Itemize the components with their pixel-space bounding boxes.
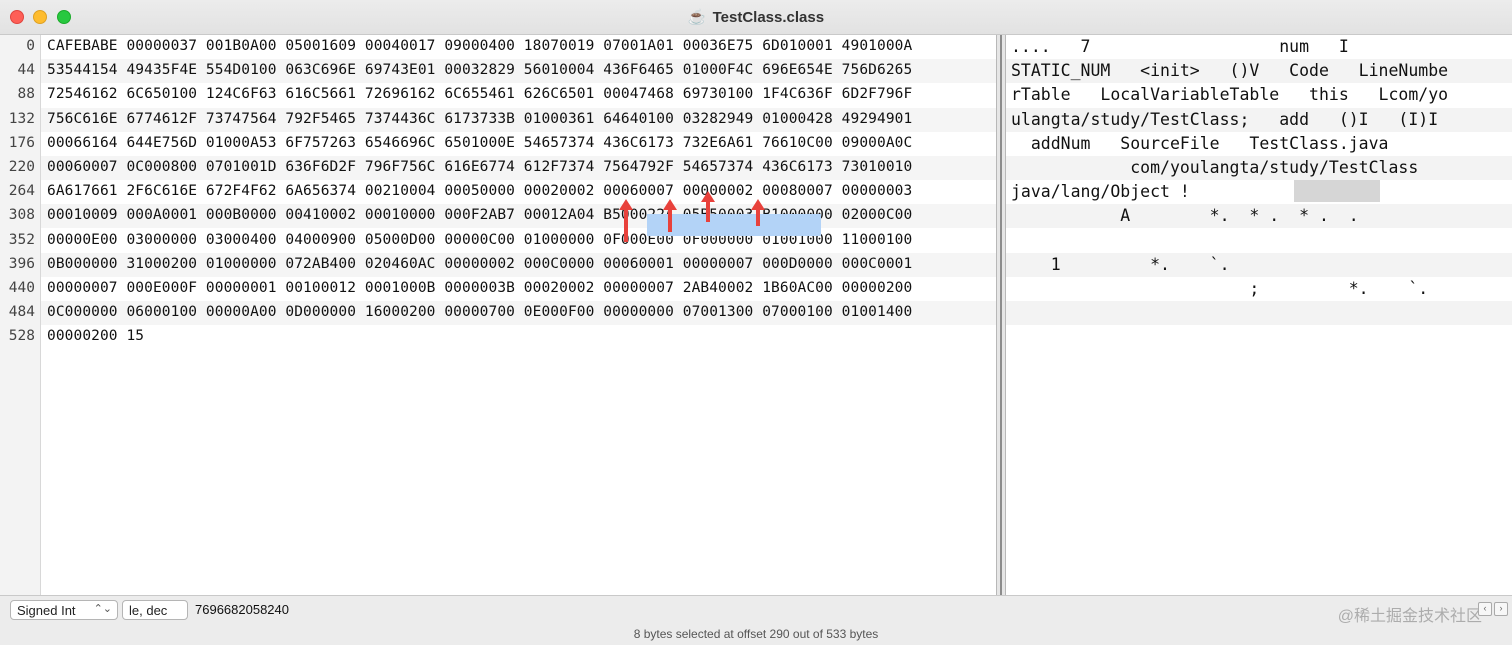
text-row[interactable] — [1006, 301, 1512, 326]
hex-row[interactable]: 72546162 6C650100 124C6F63 616C5661 7269… — [41, 83, 996, 107]
text-row[interactable] — [1006, 229, 1512, 253]
hex-row[interactable]: 0C000000 06000100 00000A00 0D000000 1600… — [41, 301, 996, 326]
text-row-chars: 1 *. `. — [1011, 254, 1230, 274]
pane-splitter[interactable] — [996, 35, 1006, 595]
text-row-chars: java/lang/Object ! — [1011, 182, 1190, 202]
hex-row-bytes: 0B000000 31000200 01000000 072AB400 0204… — [47, 255, 913, 272]
text-row-chars: addNum SourceFile TestClass.java — [1011, 133, 1389, 153]
hex-row[interactable]: 756C616E 6774612F 73747564 792F5465 7374… — [41, 107, 996, 132]
endian-select-value: le, dec — [129, 603, 168, 618]
text-row[interactable]: ; *. `. — [1006, 277, 1512, 301]
hex-row[interactable]: 00000200 15 — [41, 325, 996, 349]
chevron-updown-icon: ⌃⌄ — [93, 603, 112, 615]
type-select-value: Signed Int — [17, 603, 76, 618]
text-row[interactable] — [1006, 325, 1512, 349]
hex-selection — [647, 214, 821, 236]
hex-row-bytes: 72546162 6C650100 124C6F63 616C5661 7269… — [47, 86, 913, 103]
hex-row-bytes: 00066164 644E756D 01000A53 6F757263 6546… — [47, 134, 913, 151]
offset-gutter: 0 44 88 132 176 220 264 308 352 396 440 484 528 — [0, 35, 41, 595]
text-row[interactable]: A *. * . * . . — [1006, 204, 1512, 229]
offset-label: 88 — [17, 86, 35, 103]
hex-row-bytes: 0C000000 06000100 00000A00 0D000000 1600… — [47, 304, 913, 321]
hex-row[interactable]: 00000007 000E000F 00000001 00100012 0001… — [41, 277, 996, 301]
text-row[interactable]: rTable LocalVariableTable this Lcom/yo — [1006, 83, 1512, 107]
hex-row-bytes: 00060007 0C000800 0701001D 636F6D2F 796F… — [47, 159, 913, 175]
hex-row-bytes: 756C616E 6774612F 73747564 792F5465 7374… — [47, 110, 913, 127]
text-row[interactable]: java/lang/Object ! — [1006, 180, 1512, 204]
text-row[interactable]: addNum SourceFile TestClass.java — [1006, 132, 1512, 156]
offset-label: 484 — [8, 304, 35, 321]
text-row-chars: ; *. `. — [1011, 279, 1429, 298]
offset-label: 220 — [8, 159, 35, 175]
text-row-chars: A *. * . * . . — [1011, 206, 1359, 226]
offset-label: 0 — [26, 38, 35, 54]
watermark: @稀土掘金技术社区 — [1337, 608, 1482, 625]
text-row-chars: rTable LocalVariableTable this Lcom/yo — [1011, 85, 1449, 105]
hex-row[interactable]: 53544154 49435F4E 554D0100 063C696E 6974… — [41, 59, 996, 84]
text-row-chars: .... 7 num I — [1011, 37, 1349, 56]
offset-label: 528 — [8, 328, 35, 345]
endian-select[interactable]: le, dec — [122, 600, 188, 620]
hex-row-bytes: 6A617661 2F6C616E 672F4F62 6A656374 0021… — [47, 183, 913, 200]
text-row-chars: ulangta/study/TestClass; add ()I (I)I — [1011, 109, 1439, 129]
title-bar: ☕ TestClass.class — [0, 0, 1512, 35]
scroll-left-icon[interactable]: ‹ — [1478, 602, 1492, 616]
hex-row[interactable]: 00060007 0C000800 0701001D 636F6D2F 796F… — [41, 156, 996, 180]
text-row[interactable]: STATIC_NUM <init> ()V Code LineNumbe — [1006, 59, 1512, 84]
hex-row[interactable]: CAFEBABE 00000037 001B0A00 05001609 0004… — [41, 35, 996, 59]
hex-row-bytes: CAFEBABE 00000037 001B0A00 05001609 0004… — [47, 38, 913, 54]
interpreted-value: 7696682058240 — [195, 602, 289, 617]
offset-label: 176 — [8, 134, 35, 151]
text-row-chars: STATIC_NUM <init> ()V Code LineNumbe — [1011, 61, 1449, 81]
type-select[interactable]: Signed Int ⌃⌄ — [10, 600, 118, 620]
offset-label: 440 — [8, 280, 35, 296]
offset-label: 396 — [8, 255, 35, 272]
hex-pane[interactable]: 00000200 15 0C000000 06000100 00000A00 0D… — [41, 35, 996, 595]
annotation-arrow — [619, 199, 633, 242]
offset-label: 132 — [8, 110, 35, 127]
hex-row-bytes: 00000200 15 — [47, 328, 145, 345]
offset-label: 308 — [8, 207, 35, 224]
selection-status: 8 bytes selected at offset 290 out of 53… — [633, 627, 879, 641]
coffee-cup-icon: ☕ — [687, 9, 707, 26]
hex-row-bytes: 53544154 49435F4E 554D0100 063C696E 6974… — [47, 62, 913, 79]
text-row-chars: com/youlangta/study/TestClass — [1011, 158, 1419, 177]
splitter-grip[interactable] — [1000, 35, 1002, 595]
annotation-arrow — [701, 191, 715, 222]
text-row[interactable]: .... 7 num I — [1006, 35, 1512, 59]
offset-label: 44 — [17, 62, 35, 79]
hex-row[interactable]: 6A617661 2F6C616E 672F4F62 6A656374 0021… — [41, 180, 996, 204]
text-row[interactable]: 1 *. `. — [1006, 252, 1512, 277]
window-title: ☕ TestClass.class — [0, 8, 1512, 26]
hex-row[interactable]: 0B000000 31000200 01000000 072AB400 0204… — [41, 252, 996, 277]
text-row[interactable]: ulangta/study/TestClass; add ()I (I)I — [1006, 107, 1512, 132]
annotation-arrow — [663, 199, 677, 232]
annotation-arrow — [751, 199, 765, 226]
hex-row[interactable]: 00066164 644E756D 01000A53 6F757263 6546… — [41, 132, 996, 156]
hex-row-bytes: 00000007 000E000F 00000001 00100012 0001… — [47, 280, 913, 296]
offset-label: 352 — [8, 231, 35, 248]
offset-label: 264 — [8, 183, 35, 200]
text-row[interactable]: com/youlangta/study/TestClass — [1006, 156, 1512, 180]
scroll-right-icon[interactable]: › — [1494, 602, 1508, 616]
text-pane[interactable]: ; *. `. 1 *. `. A *. * . * . . java/lang/… — [1006, 35, 1512, 595]
window-title-text: TestClass.class — [712, 9, 825, 26]
hex-row[interactable]: 00010009 000A0001 000B0000 00410002 0001… — [41, 204, 996, 229]
bottom-bar: Signed Int ⌃⌄ le, dec 7696682058240 @稀土掘… — [0, 595, 1512, 645]
text-selection — [1294, 180, 1380, 202]
hex-row[interactable]: 00000E00 03000000 03000400 04000900 0500… — [41, 229, 996, 253]
hex-editor-window: ☕ TestClass.class 0 44 88 132 176 220 264 308 352… — [0, 0, 1512, 645]
